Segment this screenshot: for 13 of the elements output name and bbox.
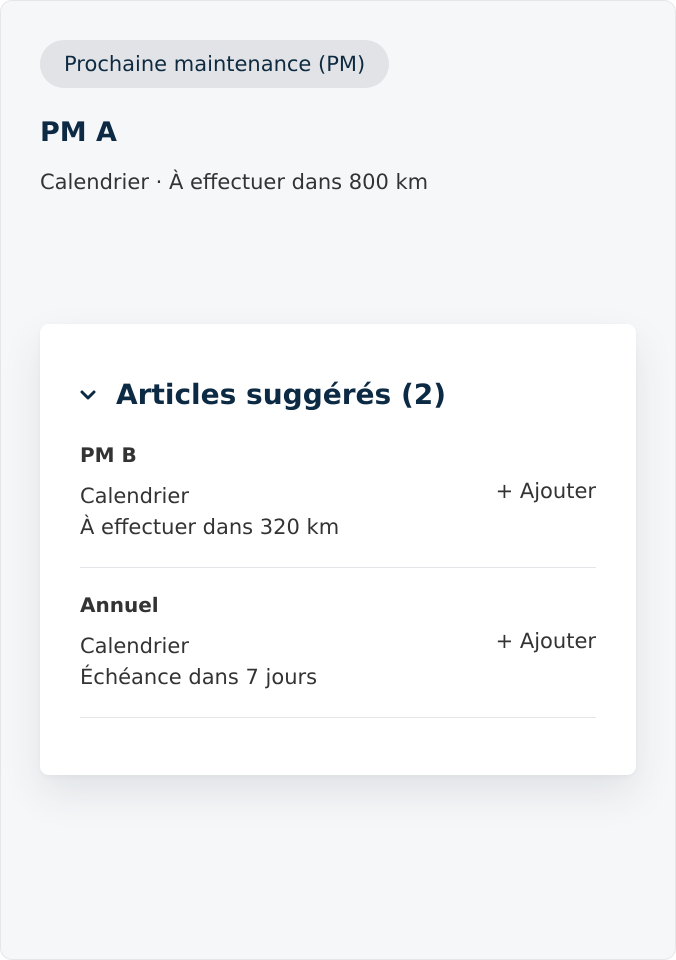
section-badge: Prochaine maintenance (PM) <box>40 40 390 88</box>
item-detail: À effectuer dans 320 km <box>80 514 340 541</box>
add-button[interactable]: + Ajouter <box>496 623 596 659</box>
item-detail: Échéance dans 7 jours <box>80 664 318 691</box>
add-button[interactable]: + Ajouter <box>496 473 596 509</box>
chevron-down-icon[interactable] <box>80 390 96 400</box>
maintenance-subtitle: Calendrier · À effectuer dans 800 km <box>40 168 428 196</box>
item-detail: Calendrier <box>80 633 190 660</box>
section-title[interactable]: Articles suggérés (2) <box>116 375 446 415</box>
item-detail: Calendrier <box>80 483 190 510</box>
item-name: PM B <box>80 442 138 469</box>
maintenance-title: PM A <box>40 117 117 149</box>
item-name: Annuel <box>80 592 160 619</box>
